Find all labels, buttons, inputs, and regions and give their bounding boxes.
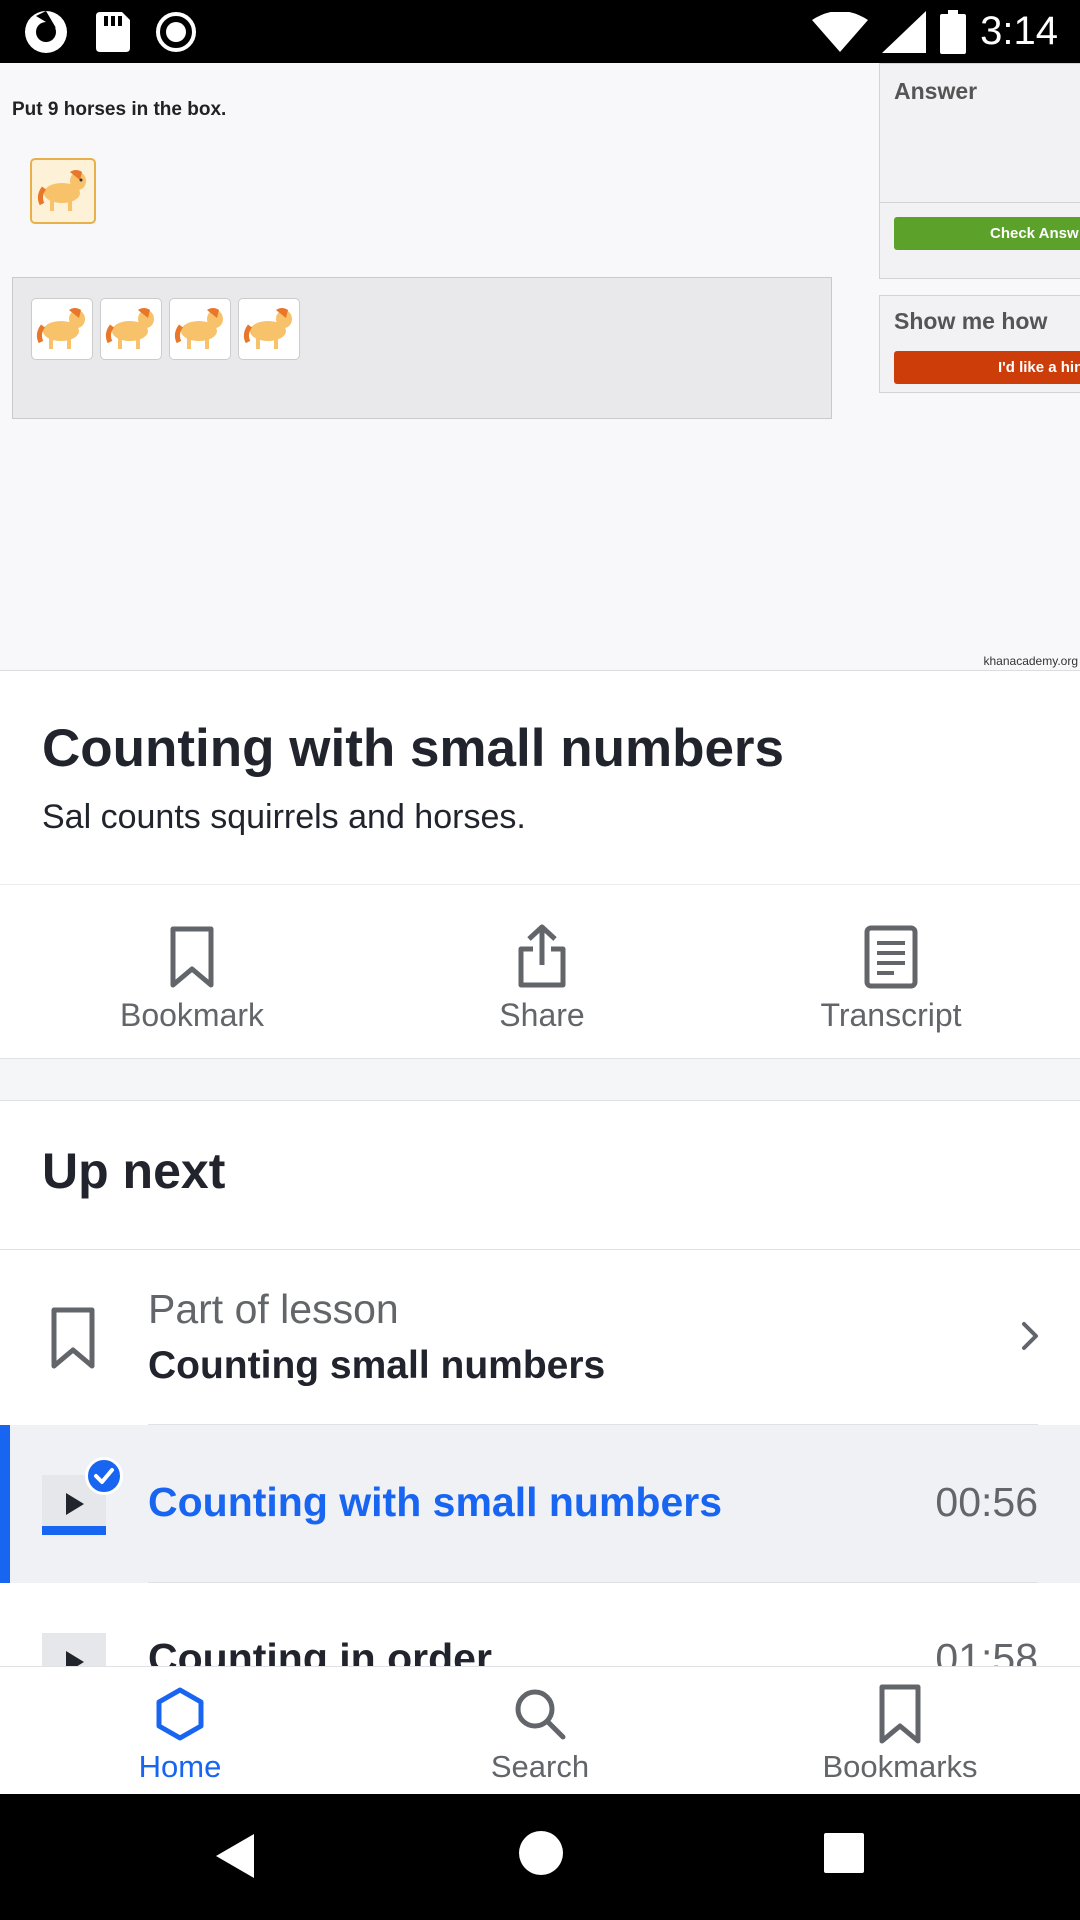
video-description: Sal counts squirrels and horses. — [42, 798, 526, 836]
bookmark-button[interactable]: Bookmark — [72, 915, 312, 1034]
item-duration: 00:56 — [935, 1479, 1038, 1525]
record-icon — [156, 11, 196, 52]
bottom-navigation: Home Search Bookmarks — [0, 1666, 1080, 1794]
tab-bookmarks-label: Bookmarks — [822, 1749, 978, 1784]
show-me-how-panel: Show me how I'd like a hin — [879, 295, 1080, 393]
home-hexagon-icon — [156, 1687, 204, 1741]
bookmark-icon — [170, 926, 214, 988]
horse-tile[interactable] — [100, 298, 162, 360]
up-next-item[interactable]: Counting in order 01:58 — [0, 1583, 1080, 1666]
up-next-item-current[interactable]: Counting with small numbers 00:56 — [0, 1425, 1080, 1583]
home-circle-icon[interactable] — [518, 1830, 564, 1876]
status-bar: 3:14 — [0, 0, 1080, 63]
item-title: Counting with small numbers — [148, 1479, 723, 1525]
play-icon — [66, 1651, 84, 1666]
up-next-heading: Up next — [42, 1143, 226, 1199]
search-icon — [515, 1689, 566, 1740]
tab-search-label: Search — [490, 1749, 590, 1784]
transcript-icon — [864, 925, 918, 989]
transcript-label: Transcript — [820, 997, 962, 1033]
transcript-button[interactable]: Transcript — [771, 915, 1011, 1034]
cell-signal-icon — [882, 10, 927, 53]
tab-home-label: Home — [138, 1749, 222, 1784]
answer-box[interactable] — [12, 277, 832, 419]
share-label: Share — [499, 997, 585, 1033]
share-button[interactable]: Share — [422, 915, 662, 1034]
answer-panel: Answer Check Answ — [879, 63, 1080, 279]
horse-tile[interactable] — [169, 298, 231, 360]
divider — [880, 202, 1080, 203]
horse-tile[interactable] — [238, 298, 300, 360]
battery-icon — [940, 9, 967, 54]
wifi-icon — [812, 11, 869, 52]
bookmark-label: Bookmark — [119, 997, 265, 1033]
back-icon[interactable] — [214, 1832, 256, 1880]
action-bar: Bookmark Share Transcript — [0, 885, 1080, 1058]
system-navigation-bar — [0, 1794, 1080, 1920]
active-indicator — [0, 1425, 10, 1583]
video-thumbnail — [42, 1633, 106, 1666]
item-title: Counting in order — [148, 1635, 492, 1666]
lesson-kicker: Part of lesson — [148, 1286, 399, 1332]
tab-search[interactable]: Search — [430, 1681, 650, 1785]
lesson-name: Counting small numbers — [148, 1344, 606, 1387]
camera-app-icon — [25, 10, 67, 53]
chevron-right-icon — [1022, 1322, 1038, 1350]
video-title: Counting with small numbers — [42, 719, 785, 778]
share-icon — [518, 924, 566, 988]
watermark: khanacademy.org — [983, 654, 1079, 668]
show-me-how-title: Show me how — [894, 308, 1048, 334]
horse-icon — [105, 308, 154, 349]
horse-icon — [36, 308, 85, 349]
lesson-row[interactable]: Part of lesson Counting small numbers — [0, 1250, 1080, 1424]
hint-button[interactable]: I'd like a hin — [894, 351, 1080, 384]
horse-icon — [37, 170, 86, 211]
sd-card-icon — [96, 11, 130, 52]
play-icon — [66, 1493, 84, 1515]
video-player[interactable]: Put 9 horses in the box. Answer Check An… — [0, 63, 1080, 671]
tab-home[interactable]: Home — [70, 1681, 290, 1785]
answer-title: Answer — [894, 78, 978, 104]
recents-icon[interactable] — [824, 1833, 864, 1873]
bookmark-icon — [51, 1307, 95, 1369]
status-time: 3:14 — [980, 9, 1058, 53]
section-spacer — [0, 1058, 1080, 1101]
exercise-prompt: Put 9 horses in the box. — [12, 99, 227, 120]
horse-icon — [243, 308, 292, 349]
check-answer-button[interactable]: Check Answ — [894, 217, 1080, 250]
horse-source-tile — [30, 158, 96, 224]
horse-tile[interactable] — [31, 298, 93, 360]
horse-icon — [174, 308, 223, 349]
completed-check-icon — [85, 1457, 123, 1495]
item-duration: 01:58 — [935, 1635, 1038, 1666]
tab-bookmarks[interactable]: Bookmarks — [790, 1681, 1010, 1785]
bookmark-icon — [879, 1684, 921, 1744]
